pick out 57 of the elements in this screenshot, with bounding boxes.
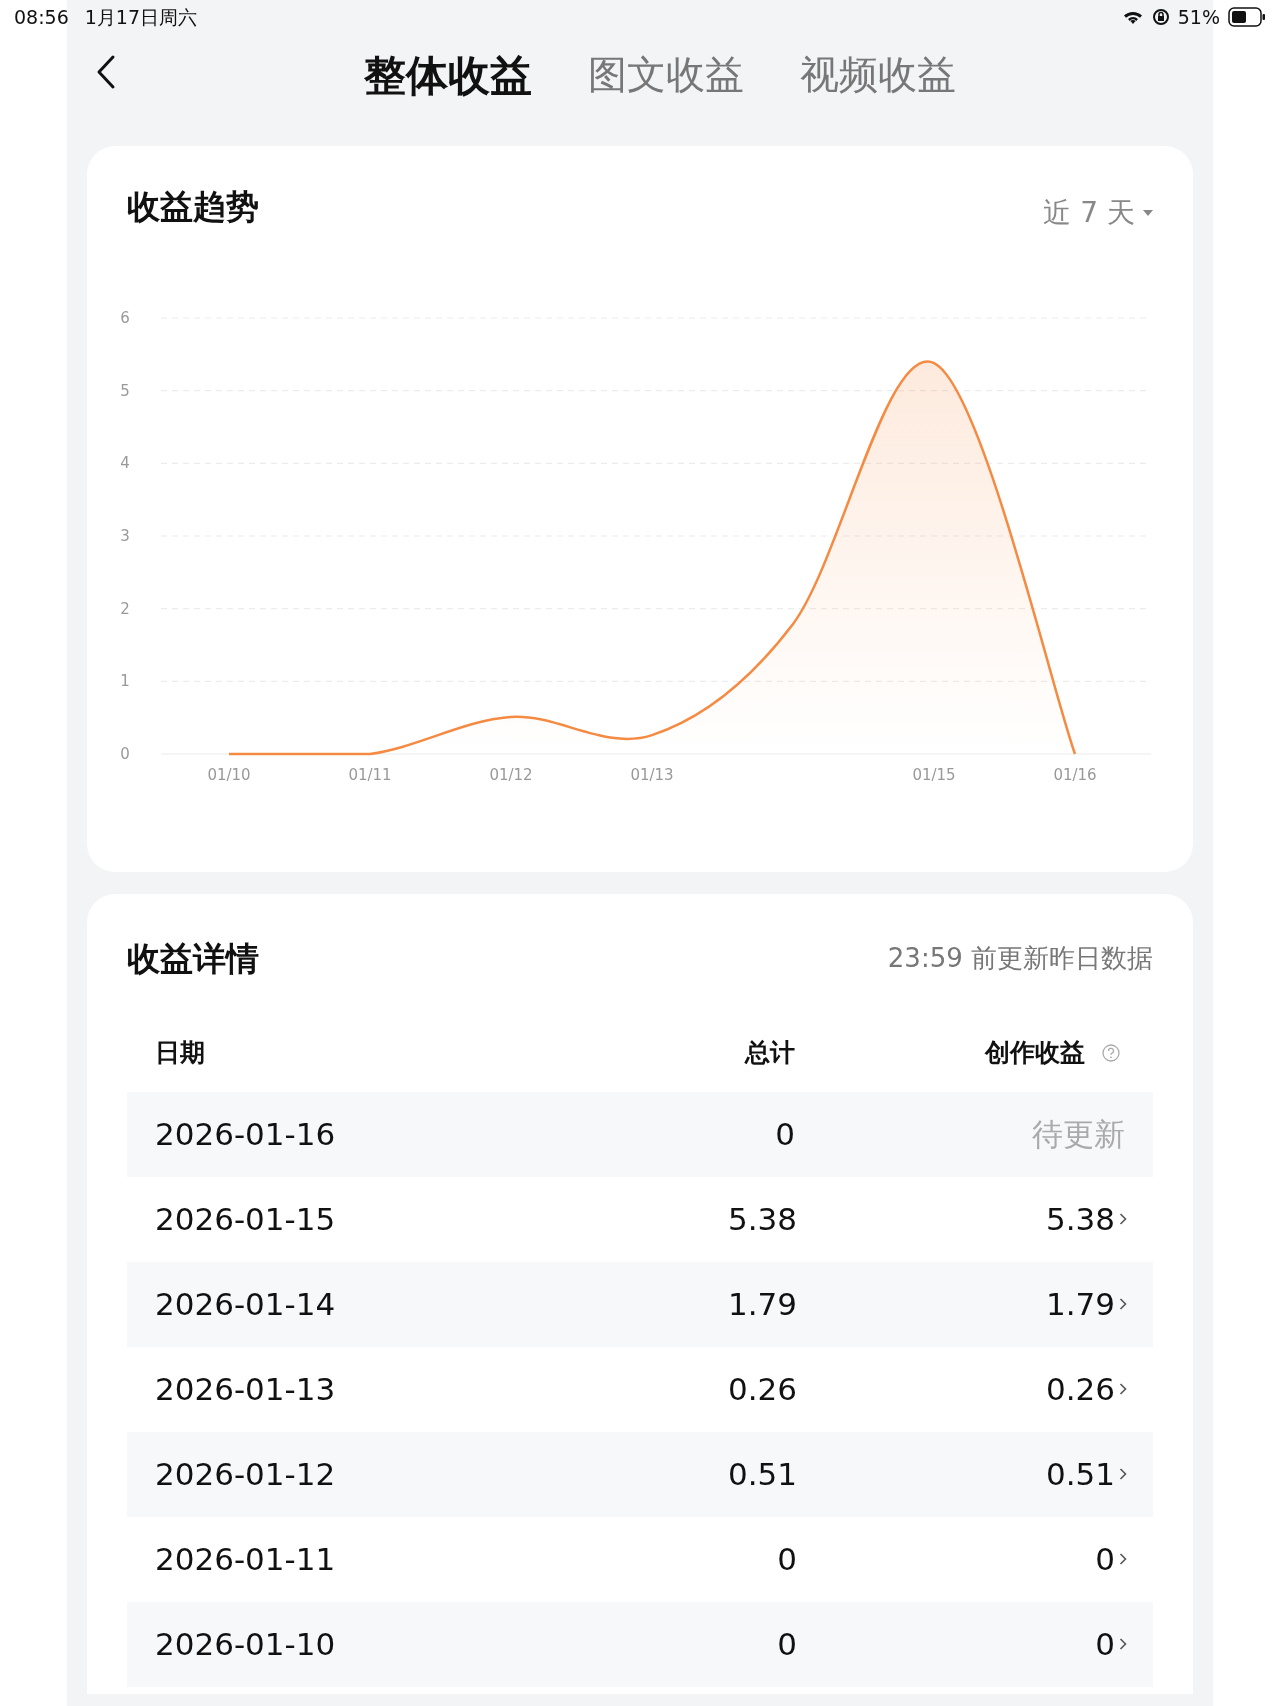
update-note: 23:59 前更新昨日数据: [887, 942, 1153, 976]
chevron-icon: [1119, 1297, 1127, 1311]
chevron-icon: [1119, 1382, 1127, 1396]
tab[interactable]: 整体收益: [352, 44, 544, 107]
total-cell: 0.26: [727, 1370, 797, 1407]
x-tick-label: 01/15: [912, 766, 956, 784]
status-date: 1月17日周六: [84, 4, 198, 30]
y-tick-label: 4: [120, 454, 130, 473]
column-header: 创作收益: [985, 1036, 1085, 1069]
date-cell: 2026-01-13: [155, 1370, 336, 1407]
y-tick-label: 1: [120, 672, 130, 691]
card-title: 收益趋势: [127, 186, 259, 228]
column-header: 日期: [155, 1036, 205, 1069]
x-tick-label: 01/16: [1053, 766, 1097, 784]
date-cell: 2026-01-14: [155, 1285, 336, 1322]
date-cell: 2026-01-10: [155, 1625, 336, 1662]
chevron-icon: [1119, 1637, 1127, 1651]
creation-cell[interactable]: 1.79: [1045, 1280, 1127, 1328]
rotation-lock-icon: [1151, 8, 1170, 26]
total-cell: 0.51: [727, 1455, 797, 1492]
battery-percent: 51%: [1177, 4, 1220, 30]
creation-cell[interactable]: 0: [1095, 1535, 1127, 1583]
range-dropdown[interactable]: 近 7 天: [1043, 192, 1153, 234]
x-tick-label: 01/10: [207, 766, 251, 784]
y-tick-label: 5: [120, 381, 130, 400]
wifi-icon: [1121, 9, 1144, 25]
creation-cell[interactable]: 0: [1095, 1620, 1127, 1668]
creation-cell[interactable]: 0.26: [1045, 1365, 1127, 1413]
total-cell: 0: [777, 1540, 797, 1577]
creation-cell: 待更新: [1032, 1115, 1125, 1152]
column-header: 总计: [745, 1036, 795, 1069]
tab[interactable]: 图文收益: [576, 44, 756, 107]
y-tick-label: 2: [120, 599, 130, 618]
creation-cell[interactable]: 0.51: [1045, 1450, 1127, 1498]
total-cell: 0: [775, 1115, 795, 1152]
y-tick-label: 0: [120, 745, 130, 763]
x-tick-label: 01/11: [348, 766, 392, 784]
date-cell: 2026-01-15: [155, 1200, 336, 1237]
date-cell: 2026-01-11: [155, 1540, 336, 1577]
total-cell: 5.38: [727, 1200, 797, 1237]
total-cell: 1.79: [727, 1285, 797, 1322]
chevron-icon: [1119, 1467, 1127, 1481]
total-cell: 0: [777, 1625, 797, 1662]
x-tick-label: 01/13: [630, 766, 674, 784]
creation-cell[interactable]: 5.38: [1045, 1195, 1127, 1243]
y-tick-label: 6: [120, 309, 130, 327]
y-tick-label: 3: [120, 527, 130, 545]
tab[interactable]: 视频收益: [788, 44, 968, 107]
date-cell: 2026-01-16: [155, 1115, 336, 1152]
x-tick-label: 01/12: [489, 766, 533, 784]
card-title: 收益详情: [127, 938, 259, 980]
chevron-icon: [1119, 1212, 1127, 1226]
caret-icon: [1143, 210, 1153, 216]
chevron-icon: [1119, 1552, 1127, 1566]
battery-icon: [1228, 7, 1266, 27]
date-cell: 2026-01-12: [155, 1455, 336, 1492]
status-time: 08:56: [14, 4, 69, 30]
